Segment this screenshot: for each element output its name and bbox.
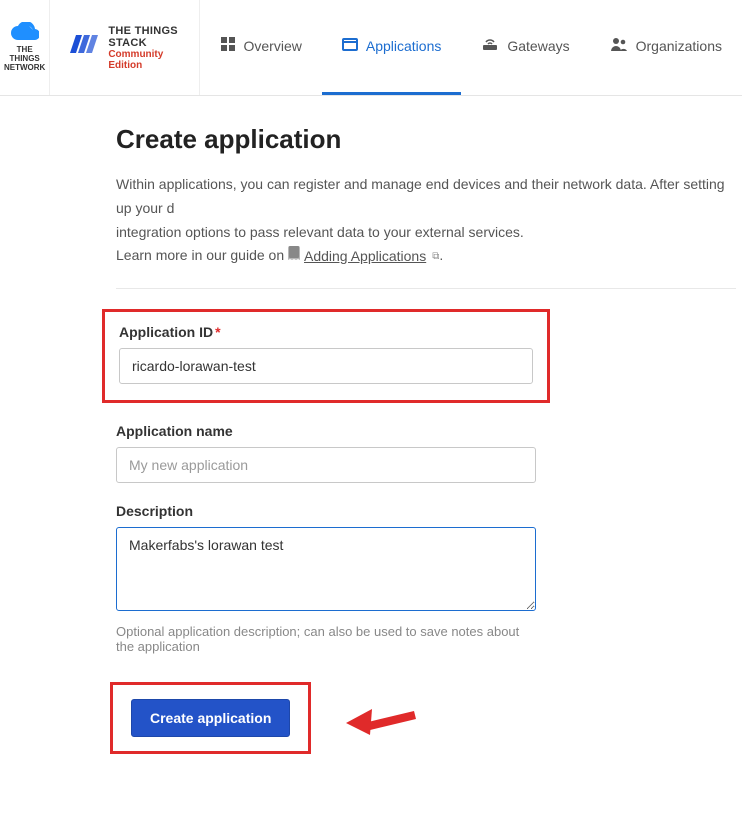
separator [116,288,736,289]
adding-applications-link[interactable]: Adding Applications [304,245,426,269]
nav-label: Organizations [636,38,722,54]
page-title: Create application [116,124,742,155]
description-label: Description [116,503,536,519]
gateway-icon [481,36,499,56]
nav-overview[interactable]: Overview [200,0,322,95]
required-indicator: * [215,324,220,340]
ttn-logo-text: THE THINGS NETWORK [4,46,45,72]
intro-period: . [439,247,443,263]
stack-icon [68,31,98,64]
intro-text: Within applications, you can register an… [116,173,742,268]
stack-logo[interactable]: THE THINGS STACK Community Edition [50,0,199,95]
org-icon [610,36,628,56]
main-content: Create application Within applications, … [0,96,742,814]
create-application-button[interactable]: Create application [131,699,290,737]
nav-label: Overview [244,38,302,54]
app-id-group: Application ID* [102,309,550,403]
app-name-group: Application name [116,423,536,483]
intro-line2: integration options to pass relevant dat… [116,224,524,240]
stack-title: THE THINGS STACK [108,25,180,49]
description-input[interactable] [116,527,536,611]
nav: Overview Applications Gateways Organizat… [200,0,742,95]
ttn-logo[interactable]: THE THINGS NETWORK [0,0,50,95]
app-name-input[interactable] [116,447,536,483]
nav-gateways[interactable]: Gateways [461,0,589,95]
book-icon [288,245,300,267]
stack-subtitle: Community Edition [108,49,180,71]
app-name-label: Application name [116,423,536,439]
intro-learn: Learn more in our guide on [116,247,284,263]
app-icon [342,36,358,56]
submit-highlight: Create application [110,682,311,754]
nav-organizations[interactable]: Organizations [590,0,742,95]
header-bar: THE THINGS NETWORK THE THINGS STACK Comm… [0,0,742,96]
stack-text: THE THINGS STACK Community Edition [108,25,180,71]
app-id-label: Application ID* [119,324,533,340]
description-help: Optional application description; can al… [116,624,536,654]
nav-label: Applications [366,38,442,54]
dashboard-icon [220,36,236,56]
arrow-annotation-icon [346,701,416,737]
nav-applications[interactable]: Applications [322,0,462,95]
cloud-icon [11,22,39,44]
app-id-input[interactable] [119,348,533,384]
description-group: Description Optional application descrip… [116,503,536,654]
nav-label: Gateways [507,38,569,54]
intro-line1: Within applications, you can register an… [116,176,725,216]
